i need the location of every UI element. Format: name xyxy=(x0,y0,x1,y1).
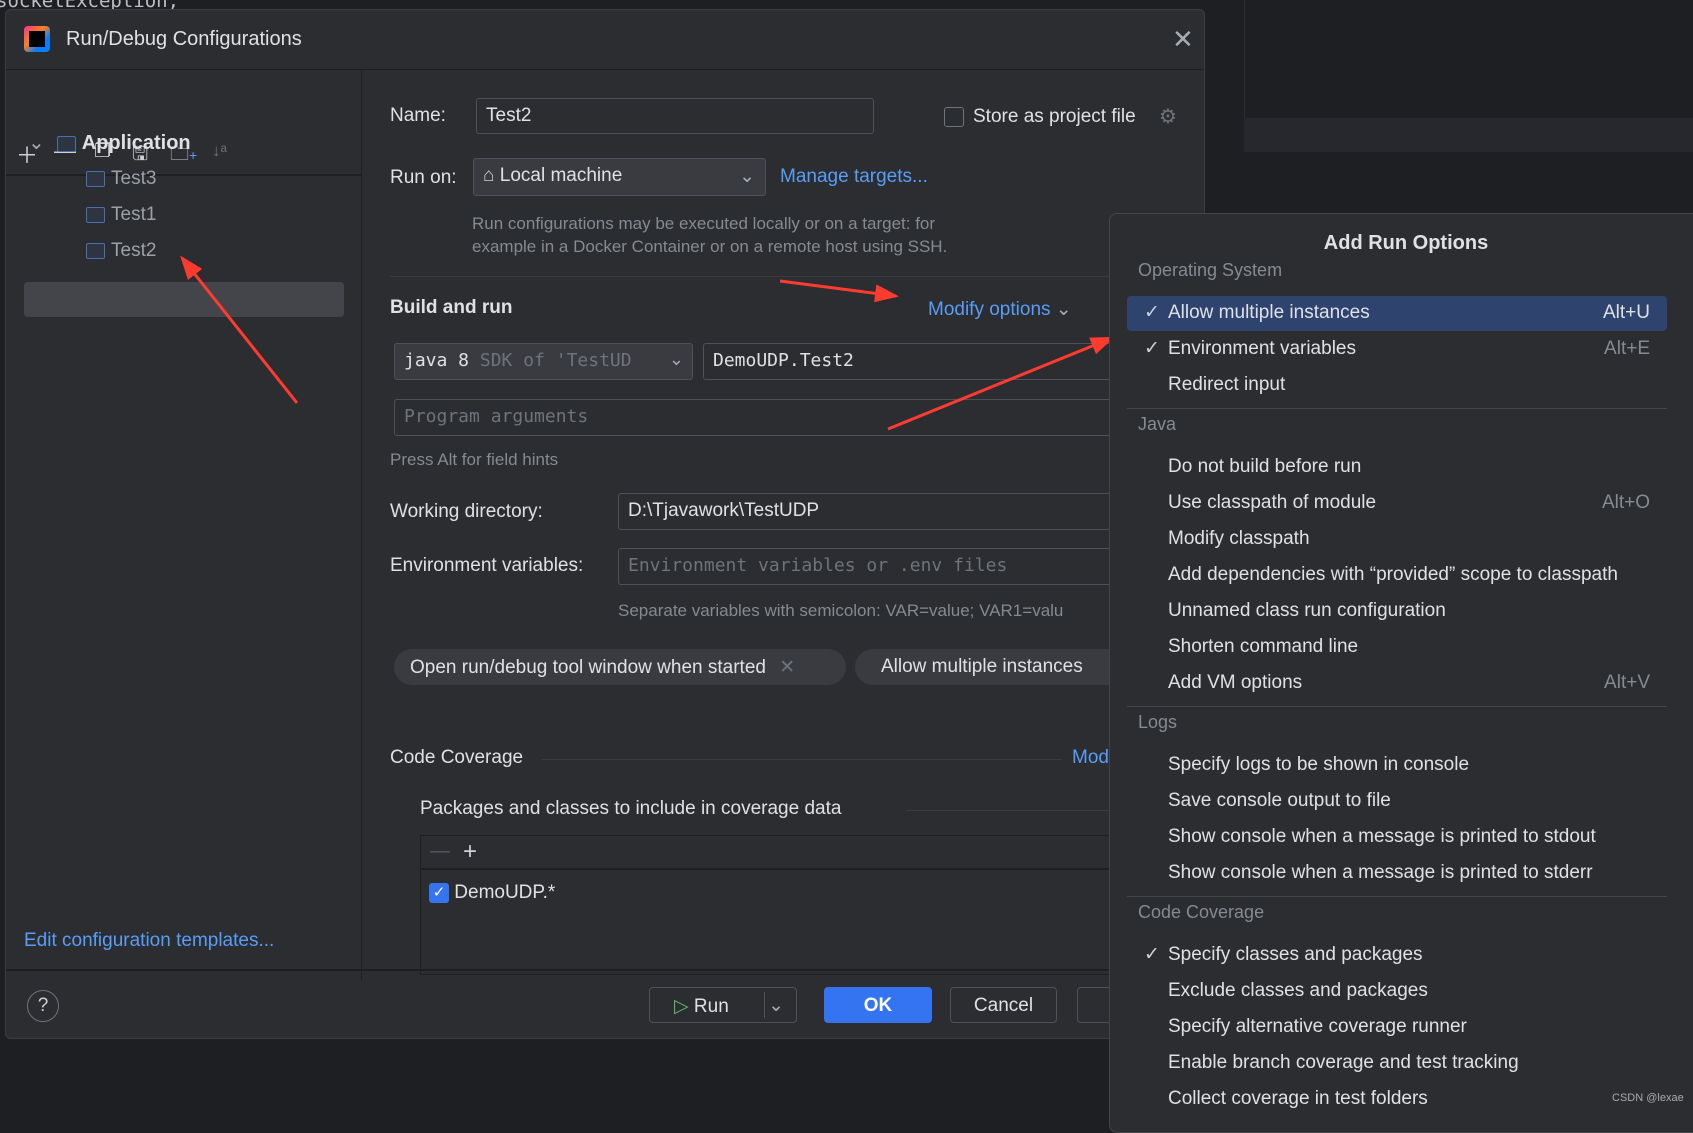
popup-title: Add Run Options xyxy=(1323,232,1489,254)
menu-item-label: Environment variables xyxy=(1168,338,1356,359)
menu-separator xyxy=(1127,706,1667,707)
menu-separator xyxy=(1127,408,1667,409)
menu-section-header: Logs xyxy=(1138,712,1178,732)
menu-item-shorten-command-line[interactable]: Shorten command line xyxy=(1127,630,1667,665)
menu-item-redirect-input[interactable]: Redirect input xyxy=(1127,368,1667,403)
menu-item-label: Use classpath of module xyxy=(1168,492,1377,513)
menu-item-use-classpath-of-module[interactable]: Use classpath of module Alt+O xyxy=(1127,486,1667,521)
menu-item-label: Allow multiple instances xyxy=(1168,302,1370,323)
watermark: CSDN @lexae xyxy=(1612,1092,1684,1104)
menu-item-label: Shorten command line xyxy=(1168,636,1359,657)
menu-item-add-dependencies-with-provided-scope-to-classpath[interactable]: Add dependencies with “provided” scope t… xyxy=(1127,558,1667,593)
menu-item-specify-logs-to-be-shown-in-console[interactable]: Specify logs to be shown in console xyxy=(1127,748,1667,783)
menu-item-label: Redirect input xyxy=(1168,374,1286,395)
menu-item-label: Specify classes and packages xyxy=(1168,944,1423,965)
check-icon: ✓ xyxy=(1144,944,1160,965)
menu-item-unnamed-class-run-configuration[interactable]: Unnamed class run configuration xyxy=(1127,594,1667,629)
check-icon: ✓ xyxy=(1144,302,1160,323)
menu-item-do-not-build-before-run[interactable]: Do not build before run xyxy=(1127,450,1667,485)
menu-item-shortcut: Alt+V xyxy=(1604,672,1650,693)
menu-item-label: Specify alternative coverage runner xyxy=(1168,1016,1467,1037)
menu-item-specify-classes-and-packages[interactable]: ✓ Specify classes and packages xyxy=(1127,938,1667,973)
menu-item-allow-multiple-instances[interactable]: ✓ Allow multiple instances Alt+U xyxy=(1127,296,1667,331)
menu-section-header: Code Coverage xyxy=(1138,902,1265,922)
menu-item-label: Enable branch coverage and test tracking xyxy=(1168,1052,1519,1073)
menu-item-shortcut: Alt+E xyxy=(1604,338,1650,359)
menu-item-label: Unnamed class run configuration xyxy=(1168,600,1446,621)
menu-item-label: Do not build before run xyxy=(1168,456,1362,477)
menu-item-shortcut: Alt+O xyxy=(1601,492,1650,513)
menu-item-collect-coverage-in-test-folders[interactable]: Collect coverage in test folders xyxy=(1127,1082,1667,1117)
menu-item-exclude-classes-and-packages[interactable]: Exclude classes and packages xyxy=(1127,974,1667,1009)
menu-item-label: Show console when a message is printed t… xyxy=(1168,862,1593,883)
menu-item-label: Add dependencies with “provided” scope t… xyxy=(1168,564,1618,585)
menu-separator xyxy=(1127,896,1667,897)
add-run-options-popup: Add Run Options Operating System ✓ Allow m… xyxy=(1109,213,1693,1133)
menu-item-label: Exclude classes and packages xyxy=(1168,980,1428,1001)
menu-item-label: Save console output to file xyxy=(1168,790,1391,811)
menu-item-save-console-output-to-file[interactable]: Save console output to file xyxy=(1127,784,1667,819)
menu-item-label: Modify classpath xyxy=(1168,528,1310,549)
check-icon: ✓ xyxy=(1144,338,1160,359)
menu-item-label: Specify logs to be shown in console xyxy=(1168,754,1470,775)
arrow-to-test2 xyxy=(180,255,299,404)
menu-item-show-console-when-a-message-is-printed-to-stderr[interactable]: Show console when a message is printed t… xyxy=(1127,856,1667,891)
arrow-to-modify-options xyxy=(779,279,899,303)
menu-item-show-console-when-a-message-is-printed-to-stdout[interactable]: Show console when a message is printed t… xyxy=(1127,820,1667,855)
menu-item-environment-variables[interactable]: ✓ Environment variables Alt+E xyxy=(1127,332,1667,367)
menu-section-header: Operating System xyxy=(1138,260,1283,280)
menu-item-label: Show console when a message is printed t… xyxy=(1168,826,1596,847)
menu-item-specify-alternative-coverage-runner[interactable]: Specify alternative coverage runner xyxy=(1127,1010,1667,1045)
menu-section-header: Java xyxy=(1138,414,1177,434)
menu-item-modify-classpath[interactable]: Modify classpath xyxy=(1127,522,1667,557)
menu-item-label: Collect coverage in test folders xyxy=(1168,1088,1428,1109)
menu-item-shortcut: Alt+U xyxy=(1603,302,1650,323)
menu-item-add-vm-options[interactable]: Add VM options Alt+V xyxy=(1127,666,1667,701)
menu-item-enable-branch-coverage-and-test-tracking[interactable]: Enable branch coverage and test tracking xyxy=(1127,1046,1667,1081)
arrow-to-allow-multiple xyxy=(887,336,1115,431)
menu-item-label: Add VM options xyxy=(1168,672,1303,693)
